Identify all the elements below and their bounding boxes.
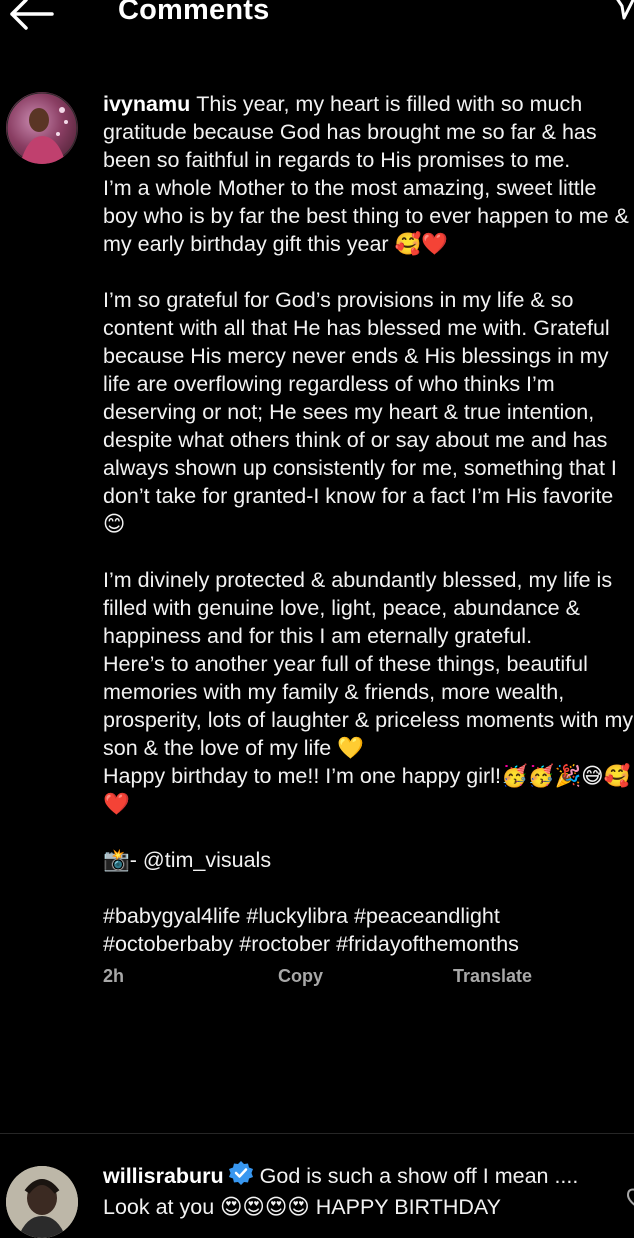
send-icon	[616, 0, 634, 20]
caption-line: I’m divinely protected & abundantly bles…	[103, 568, 613, 648]
back-button[interactable]	[4, 0, 56, 32]
avatar[interactable]	[6, 92, 78, 164]
photo-credit[interactable]: 📸- @tim_visuals	[103, 846, 634, 874]
timestamp: 2h	[103, 966, 125, 986]
avatar-image	[6, 92, 78, 164]
caption-line: Here’s to another year full of these thi…	[103, 652, 634, 760]
caption-line: I’m so grateful for God’s provisions in …	[103, 288, 617, 536]
avatar-image	[6, 1166, 78, 1238]
caption-text: ivynamu This year, my heart is filled wit…	[103, 90, 634, 958]
avatar[interactable]	[6, 1166, 78, 1238]
top-bar: Comments	[0, 0, 634, 40]
heart-outline-icon	[626, 1188, 634, 1206]
caption-meta: 2h Copy Translate	[103, 966, 634, 996]
username[interactable]: willisraburu	[103, 1164, 224, 1188]
caption-line: Happy birthday to me!! I’m one happy gir…	[103, 764, 631, 816]
comment-text: willisraburu God is such a show off I mea…	[103, 1160, 623, 1221]
verified-badge-icon	[228, 1160, 254, 1193]
copy-button[interactable]: Copy	[278, 966, 323, 987]
page-title: Comments	[118, 0, 270, 26]
caption-body: ivynamu This year, my heart is filled wit…	[103, 90, 634, 996]
arrow-left-icon	[10, 0, 54, 30]
send-button[interactable]	[612, 0, 634, 22]
hashtags[interactable]: #babygyal4life #luckylibra #peaceandligh…	[103, 902, 634, 958]
like-button[interactable]	[624, 1186, 634, 1208]
username[interactable]: ivynamu	[103, 92, 190, 116]
divider	[0, 1133, 634, 1134]
caption-line: I’m a whole Mother to the most amazing, …	[103, 176, 629, 256]
translate-button[interactable]: Translate	[453, 966, 532, 987]
comment-body: willisraburu God is such a show off I mea…	[103, 1160, 623, 1221]
